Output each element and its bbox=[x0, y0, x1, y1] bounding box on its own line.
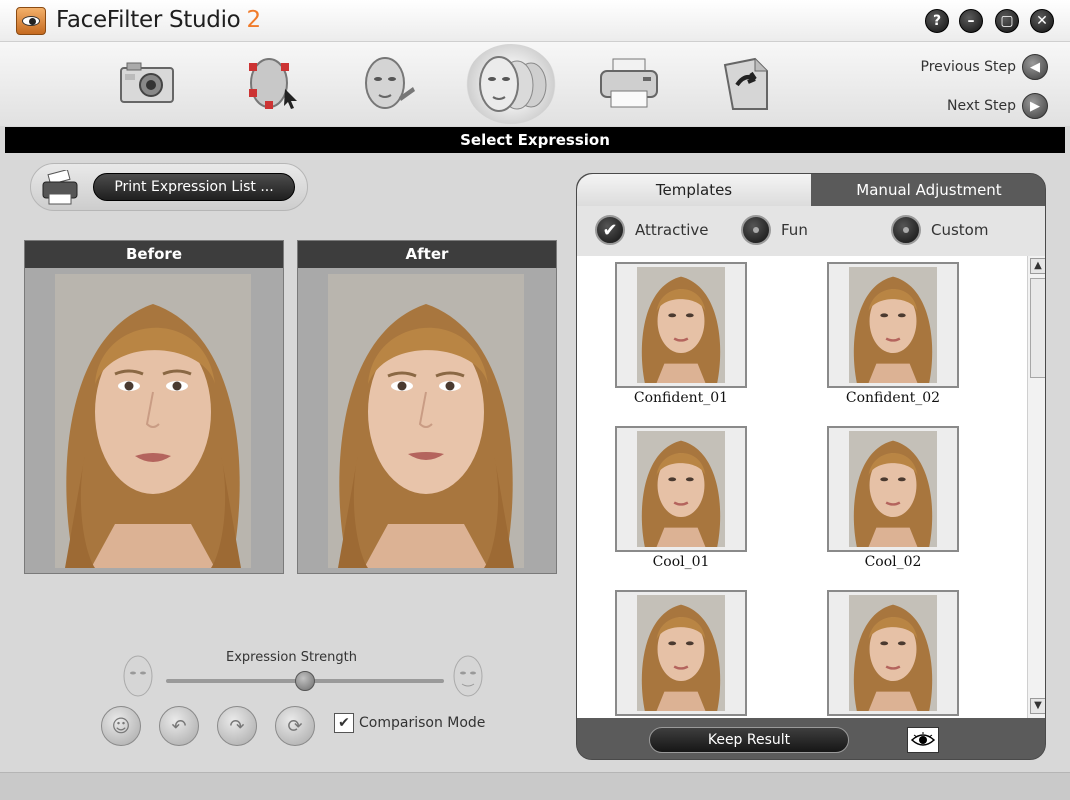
before-heading: Before bbox=[25, 241, 283, 268]
comparison-mode-label: Comparison Mode bbox=[359, 715, 486, 731]
checkmark-icon: ✔ bbox=[338, 715, 350, 731]
template-thumbnail[interactable]: Cool_02 bbox=[827, 426, 959, 570]
preview-eye-icon[interactable] bbox=[907, 727, 939, 753]
arrow-right-icon: ▶ bbox=[1022, 93, 1048, 119]
filter-custom[interactable]: Custom bbox=[891, 215, 988, 245]
next-step-label: Next Step bbox=[947, 98, 1016, 114]
face-edit-icon[interactable] bbox=[352, 48, 422, 118]
expression-faces-icon[interactable] bbox=[466, 44, 556, 124]
maximize-button[interactable]: ▢ bbox=[995, 9, 1019, 33]
comparison-mode-checkbox[interactable]: ✔ bbox=[334, 713, 354, 733]
tab-bar: Templates Manual Adjustment bbox=[577, 174, 1045, 206]
export-icon[interactable] bbox=[712, 48, 782, 118]
template-grid: Confident_01 Confident_02 Cool_01 Cool_02 bbox=[577, 256, 1027, 718]
app-version: 2 bbox=[246, 7, 261, 33]
printer-icon[interactable] bbox=[594, 48, 664, 118]
template-image bbox=[827, 426, 959, 552]
app-title: FaceFilter Studio 2 bbox=[56, 7, 261, 33]
close-button[interactable]: ✕ bbox=[1030, 9, 1054, 33]
filter-fun[interactable]: Fun bbox=[741, 215, 808, 245]
filter-custom-label: Custom bbox=[931, 221, 989, 239]
expressive-face-icon bbox=[453, 655, 483, 697]
small-printer-icon bbox=[42, 170, 78, 205]
status-bar bbox=[0, 772, 1070, 800]
undo-button[interactable]: ↶ bbox=[159, 706, 199, 746]
next-step-button[interactable]: Next Step ▶ bbox=[947, 93, 1048, 119]
previous-step-label: Previous Step bbox=[920, 59, 1017, 75]
filter-fun-label: Fun bbox=[781, 221, 808, 239]
print-expression-list-button[interactable]: Print Expression List ... bbox=[93, 173, 295, 201]
face-mapping-icon[interactable] bbox=[236, 48, 306, 118]
template-label: Confident_01 bbox=[633, 390, 729, 406]
template-thumbnail[interactable] bbox=[615, 590, 747, 718]
radio-checked-icon: ✔ bbox=[595, 215, 625, 245]
title-bar: FaceFilter Studio 2 ? – ▢ ✕ bbox=[0, 0, 1070, 42]
tab-templates[interactable]: Templates bbox=[577, 174, 811, 206]
minimize-button[interactable]: – bbox=[959, 9, 983, 33]
template-thumbnail[interactable]: Confident_01 bbox=[615, 262, 747, 406]
template-thumbnail[interactable] bbox=[827, 590, 959, 718]
filter-attractive-label: Attractive bbox=[635, 221, 709, 239]
tab-manual-adjustment[interactable]: Manual Adjustment bbox=[811, 174, 1045, 206]
comparison-mode-toggle[interactable]: ✔ Comparison Mode bbox=[334, 713, 485, 733]
emoticon-button[interactable]: ☺ bbox=[101, 706, 141, 746]
workflow-toolbar: Previous Step ◀ Next Step ▶ bbox=[0, 42, 1070, 126]
keep-result-button[interactable]: Keep Result bbox=[649, 727, 849, 753]
template-label: Cool_02 bbox=[864, 554, 922, 570]
smiley-icon: ☺ bbox=[111, 715, 131, 737]
template-image bbox=[827, 262, 959, 388]
after-photo bbox=[328, 274, 524, 568]
scroll-down-icon[interactable]: ▼ bbox=[1030, 698, 1045, 714]
template-image bbox=[615, 262, 747, 388]
before-photo bbox=[55, 274, 251, 568]
redo-icon: ↷ bbox=[229, 715, 245, 737]
previous-step-button[interactable]: Previous Step ◀ bbox=[920, 54, 1048, 80]
minimize-icon: – bbox=[967, 13, 975, 29]
filter-attractive[interactable]: ✔ Attractive bbox=[595, 215, 709, 245]
undo-icon: ↶ bbox=[171, 715, 187, 737]
template-label: Confident_02 bbox=[845, 390, 941, 406]
document-refresh-icon: ⟳ bbox=[287, 715, 303, 737]
radio-unchecked-icon bbox=[891, 215, 921, 245]
slider-thumb[interactable] bbox=[295, 671, 315, 691]
result-bar: Keep Result bbox=[577, 718, 1045, 759]
template-thumbnail[interactable]: Cool_01 bbox=[615, 426, 747, 570]
camera-icon[interactable] bbox=[112, 48, 182, 118]
help-icon: ? bbox=[932, 13, 942, 29]
expression-strength-slider[interactable] bbox=[166, 671, 444, 691]
template-image bbox=[827, 590, 959, 716]
before-panel: Before bbox=[24, 240, 284, 574]
scroll-up-icon[interactable]: ▲ bbox=[1030, 258, 1045, 274]
template-image bbox=[615, 426, 747, 552]
help-button[interactable]: ? bbox=[925, 9, 949, 33]
expression-template-panel: Templates Manual Adjustment ✔ Attractive… bbox=[576, 173, 1046, 760]
template-label: Cool_01 bbox=[652, 554, 710, 570]
after-heading: After bbox=[298, 241, 556, 268]
neutral-face-icon bbox=[123, 655, 153, 697]
template-image bbox=[615, 590, 747, 716]
expression-strength-label: Expression Strength bbox=[226, 650, 357, 665]
radio-unchecked-icon bbox=[741, 215, 771, 245]
arrow-left-icon: ◀ bbox=[1022, 54, 1048, 80]
template-thumbnail[interactable]: Confident_02 bbox=[827, 262, 959, 406]
section-title: Select Expression bbox=[5, 127, 1065, 153]
after-panel: After bbox=[297, 240, 557, 574]
maximize-icon: ▢ bbox=[1000, 13, 1014, 29]
eye-logo-icon bbox=[16, 7, 46, 35]
template-scrollbar[interactable]: ▲ ▼ bbox=[1027, 256, 1045, 718]
close-icon: ✕ bbox=[1036, 13, 1048, 29]
reset-button[interactable]: ⟳ bbox=[275, 706, 315, 746]
template-filter-bar: ✔ Attractive Fun Custom bbox=[577, 206, 1045, 256]
redo-button[interactable]: ↷ bbox=[217, 706, 257, 746]
print-expression-group: Print Expression List ... bbox=[30, 163, 308, 211]
scroll-thumb[interactable] bbox=[1030, 278, 1045, 378]
